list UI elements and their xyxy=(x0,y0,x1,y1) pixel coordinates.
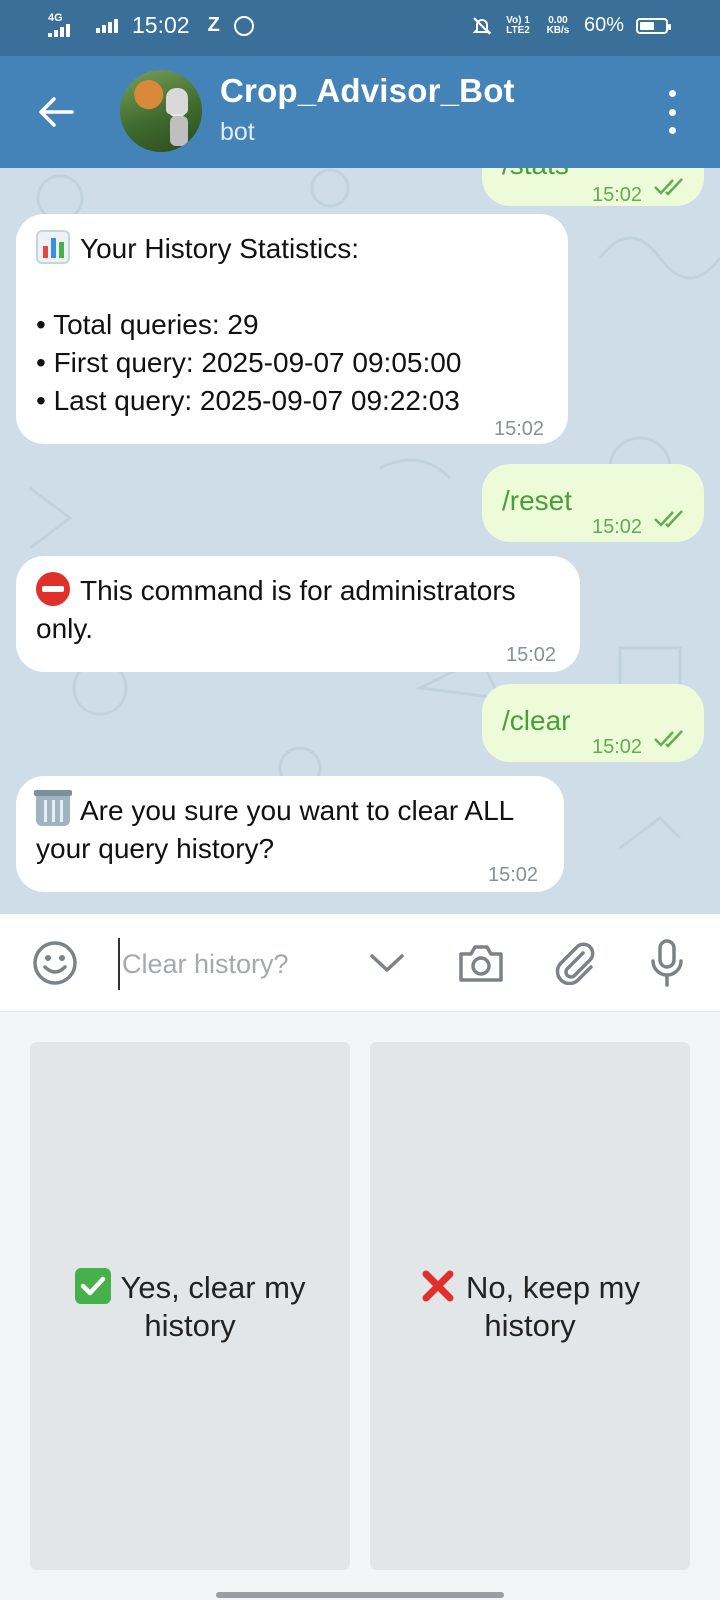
message-time: 15:02 xyxy=(488,864,539,886)
message-line: • Total queries: 29 xyxy=(36,309,259,340)
bot-avatar[interactable] xyxy=(120,70,202,152)
message-time: 15:02 xyxy=(506,644,557,666)
chat-area[interactable]: /stats 15:02 Your History Statistics: • … xyxy=(0,168,720,914)
smiley-icon xyxy=(33,941,77,985)
incoming-message[interactable]: This command is for administrators only.… xyxy=(16,556,580,672)
outgoing-message[interactable]: /stats 15:02 xyxy=(482,168,704,206)
double-check-icon xyxy=(654,730,683,748)
chevron-down-icon xyxy=(370,954,404,972)
message-time: 15:02 xyxy=(494,418,545,440)
message-line: • First query: 2025-09-07 09:05:00 xyxy=(36,347,462,378)
message-time: 15:02 xyxy=(592,736,643,758)
back-button[interactable] xyxy=(30,86,82,138)
button-label: Yes, clear my history xyxy=(120,1269,306,1343)
network-indicator: 4G xyxy=(48,12,82,39)
home-indicator[interactable] xyxy=(216,1592,504,1598)
yes-clear-history-button[interactable]: Yes, clear my history xyxy=(30,1042,350,1570)
robot-head xyxy=(166,88,188,114)
more-options-button[interactable] xyxy=(662,90,682,134)
message-line: your query history? xyxy=(36,833,275,864)
check-mark-emoji xyxy=(74,1267,111,1304)
menu-dot-icon xyxy=(668,90,676,97)
message-time: 15:02 xyxy=(592,516,643,538)
menu-dot-icon xyxy=(668,127,676,134)
battery-percent: 60% xyxy=(583,14,624,36)
outgoing-message[interactable]: /reset 15:02 xyxy=(482,464,704,542)
camera-icon xyxy=(459,945,503,982)
signal-bars-icon xyxy=(48,23,70,37)
message-text: /reset xyxy=(502,485,573,516)
message-text: /clear xyxy=(502,705,571,736)
chat-title[interactable]: Crop_Advisor_Bot xyxy=(220,72,515,110)
status-right: Vo) 1 LTE2 0.00 KB/s 60% xyxy=(472,14,671,37)
message-line: This command is for administrators xyxy=(36,572,516,610)
status-time: 15:02 xyxy=(132,12,190,38)
message-input-bar xyxy=(0,914,720,1012)
paperclip-icon xyxy=(555,942,595,985)
whatsapp-icon xyxy=(233,15,254,36)
bot-reply-keyboard: Yes, clear my history No, keep my histor… xyxy=(0,1012,720,1600)
incoming-message[interactable]: Your History Statistics: • Total queries… xyxy=(16,214,568,444)
message-line: only. xyxy=(36,613,94,644)
cross-mark-emoji xyxy=(420,1268,456,1304)
message-line xyxy=(36,268,461,306)
chat-subtitle: bot xyxy=(220,118,255,146)
wastebasket-emoji xyxy=(34,790,72,826)
emoji-button[interactable] xyxy=(30,938,80,988)
attach-button[interactable] xyxy=(550,938,600,988)
no-entry-emoji xyxy=(36,572,70,606)
menu-dot-icon xyxy=(668,108,676,116)
outgoing-message[interactable]: /clear 15:02 xyxy=(482,684,704,762)
double-check-icon xyxy=(654,510,683,528)
z-notification-icon: Z xyxy=(207,14,220,36)
message-input[interactable] xyxy=(118,938,348,990)
bell-off-icon xyxy=(472,16,492,35)
button-label: No, keep my history xyxy=(465,1269,640,1343)
robot-body xyxy=(170,116,188,146)
camera-button[interactable] xyxy=(456,938,506,988)
status-left: 4G 15:02 Z xyxy=(48,12,254,39)
message-line: • Last query: 2025-09-07 09:22:03 xyxy=(36,385,460,416)
no-keep-history-button[interactable]: No, keep my history xyxy=(370,1042,690,1570)
battery-icon xyxy=(636,17,671,34)
volte-indicator: Vo) 1 LTE2 xyxy=(506,14,530,36)
keyboard-toggle-button[interactable] xyxy=(362,938,412,988)
message-text: /stats xyxy=(502,168,569,184)
status-bar: 4G 15:02 Z Vo) 1 LTE2 0.00 KB/s 60% xyxy=(0,0,720,56)
signal-bars-icon xyxy=(96,18,118,33)
incoming-message[interactable]: Are you sure you want to clear ALL your … xyxy=(16,776,564,892)
bar-chart-emoji xyxy=(36,230,70,264)
battery-fill xyxy=(640,21,654,30)
message-line: Are you sure you want to clear ALL xyxy=(34,790,514,830)
message-time: 15:02 xyxy=(592,184,643,206)
back-arrow-icon xyxy=(39,97,74,127)
chat-header: Crop_Advisor_Bot bot xyxy=(0,56,720,168)
double-check-icon xyxy=(654,178,683,196)
microphone-icon xyxy=(651,939,683,987)
voice-message-button[interactable] xyxy=(642,938,692,988)
data-rate: 0.00 KB/s xyxy=(546,14,570,36)
message-line: Your History Statistics: xyxy=(36,230,461,268)
